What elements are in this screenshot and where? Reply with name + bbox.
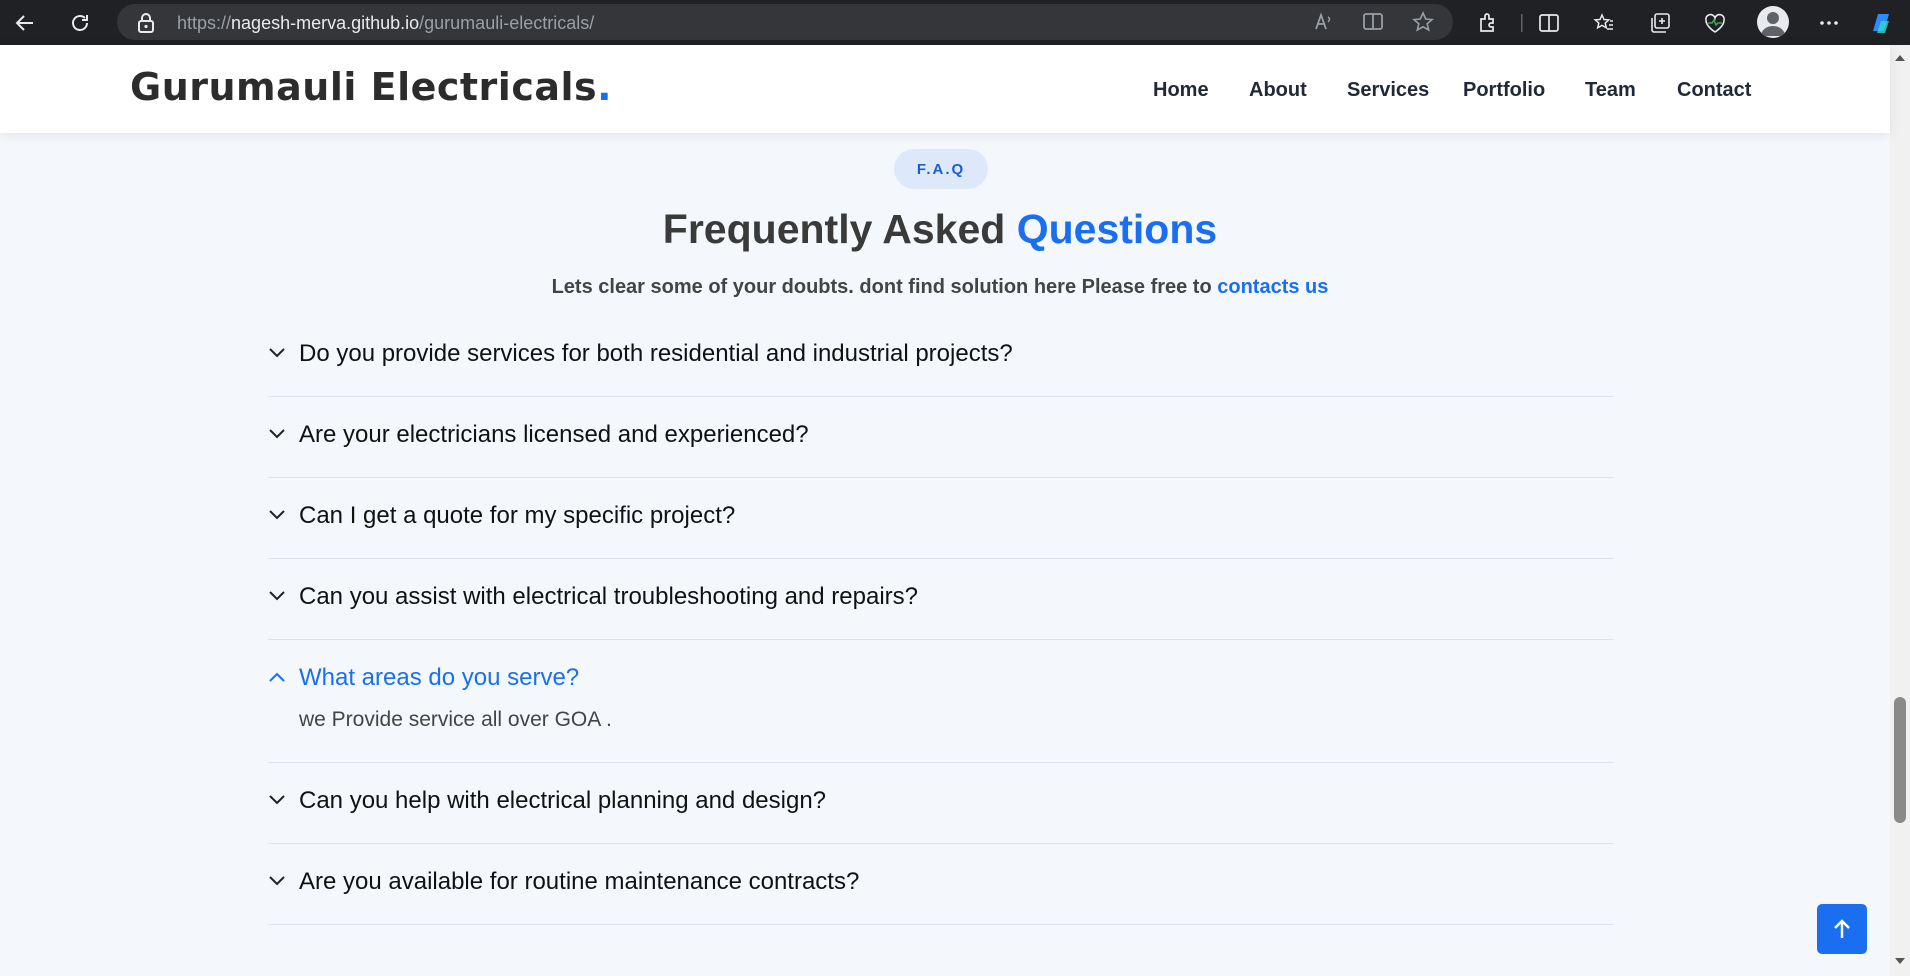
arrow-up-icon <box>1834 919 1850 938</box>
extensions-icon[interactable] <box>1474 9 1502 37</box>
nav-portfolio[interactable]: Portfolio <box>1463 79 1545 102</box>
chevron-down-icon <box>269 795 285 805</box>
address-bar[interactable]: https://nagesh-merva.github.io/gurumauli… <box>117 4 1453 40</box>
scroll-up-arrow-icon[interactable] <box>1894 53 1906 63</box>
faq-question-toggle[interactable]: Can you help with electrical planning an… <box>268 763 1613 843</box>
nav-home[interactable]: Home <box>1153 79 1209 102</box>
faq-answer-text: we Provide service all over GOA . <box>299 708 612 731</box>
faq-question: Can you assist with electrical troublesh… <box>299 583 918 610</box>
split-screen-icon[interactable] <box>1535 9 1563 37</box>
chevron-down-icon <box>269 591 285 601</box>
browser-toolbar: https://nagesh-merva.github.io/gurumauli… <box>0 0 1910 45</box>
faq-item: Do you provide services for both residen… <box>268 316 1613 397</box>
browser-essentials-icon[interactable] <box>1701 9 1729 37</box>
more-options-icon[interactable] <box>1815 9 1843 37</box>
faq-item: Can you assist with electrical troublesh… <box>268 559 1613 640</box>
chevron-down-icon <box>269 348 285 358</box>
scroll-thumb[interactable] <box>1894 697 1906 823</box>
url-text: https://nagesh-merva.github.io/gurumauli… <box>177 13 595 33</box>
faq-question: Can you help with electrical planning an… <box>299 787 827 814</box>
faq-item: Can I get a quote for my specific projec… <box>268 478 1613 559</box>
favorites-icon[interactable] <box>1590 9 1618 37</box>
faq-item: Are your electricians licensed and exper… <box>268 397 1613 478</box>
page-scrollbar[interactable] <box>1890 45 1910 976</box>
faq-question: Are you available for routine maintenanc… <box>299 868 860 895</box>
chevron-down-icon <box>269 429 285 439</box>
collections-icon[interactable] <box>1646 9 1674 37</box>
chevron-up-icon <box>269 672 285 682</box>
immersive-reader-icon[interactable] <box>1359 8 1387 36</box>
back-to-top-button[interactable] <box>1817 904 1867 954</box>
section-subtitle: Lets clear some of your doubts. dont fin… <box>551 276 1329 298</box>
copilot-icon[interactable] <box>1867 9 1895 37</box>
back-icon[interactable] <box>10 8 40 38</box>
section-title: Frequently Asked Questions <box>662 206 1218 252</box>
site-header: Gurumauli Electricals. Home About Servic… <box>0 45 1890 133</box>
nav-team[interactable]: Team <box>1585 79 1636 102</box>
faq-question-toggle[interactable]: Are your electricians licensed and exper… <box>268 397 1613 477</box>
nav-about[interactable]: About <box>1249 79 1307 102</box>
faq-item: Can you help with electrical planning an… <box>268 763 1613 844</box>
faq-badge: F.A.Q <box>894 149 988 189</box>
faq-question-toggle[interactable]: Can you assist with electrical troublesh… <box>268 559 1613 639</box>
faq-accordion: Do you provide services for both residen… <box>268 316 1613 925</box>
chevron-down-icon <box>269 876 285 886</box>
faq-answer: we Provide service all over GOA . <box>268 706 1613 762</box>
profile-avatar[interactable] <box>1757 6 1789 38</box>
site-logo[interactable]: Gurumauli Electricals. <box>130 65 612 109</box>
faq-question: What areas do you serve? <box>299 664 580 691</box>
faq-question: Do you provide services for both residen… <box>299 340 1013 367</box>
faq-question: Are your electricians licensed and exper… <box>299 421 809 448</box>
scroll-down-arrow-icon[interactable] <box>1894 956 1906 966</box>
faq-item: Are you available for routine maintenanc… <box>268 844 1613 925</box>
refresh-icon[interactable] <box>65 8 95 38</box>
chevron-down-icon <box>269 510 285 520</box>
faq-question-toggle[interactable]: Do you provide services for both residen… <box>268 316 1613 396</box>
faq-question: Can I get a quote for my specific projec… <box>299 502 736 529</box>
faq-question-toggle[interactable]: Are you available for routine maintenanc… <box>268 844 1613 924</box>
lock-icon[interactable] <box>137 13 155 38</box>
separator <box>1508 9 1536 37</box>
faq-question-toggle[interactable]: What areas do you serve? <box>268 640 1613 706</box>
faq-item-expanded: What areas do you serve? we Provide serv… <box>268 640 1613 763</box>
nav-services[interactable]: Services <box>1347 79 1429 102</box>
nav-contact[interactable]: Contact <box>1677 79 1751 102</box>
favorite-star-icon[interactable] <box>1409 8 1437 36</box>
faq-question-toggle[interactable]: Can I get a quote for my specific projec… <box>268 478 1613 558</box>
contact-link[interactable]: contacts us <box>1217 276 1328 298</box>
read-aloud-icon[interactable] <box>1310 8 1338 36</box>
